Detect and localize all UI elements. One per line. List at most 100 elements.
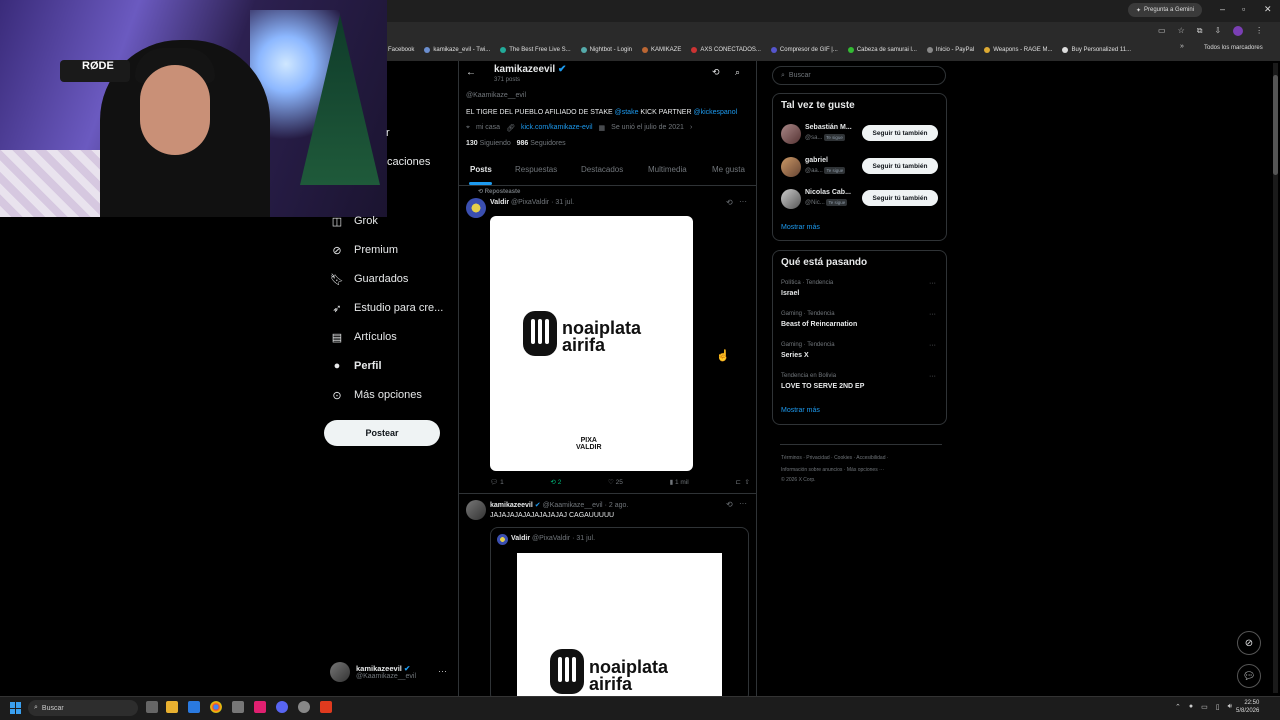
mic-icon[interactable]: ● [1189, 703, 1193, 711]
tab-highlights[interactable]: Destacados [581, 165, 623, 174]
nav-articles[interactable]: ▤ Artículos [330, 330, 397, 344]
suggestion-name[interactable]: Nicolas Cab... [805, 189, 851, 196]
search-icon[interactable]: ⌕ [735, 67, 740, 78]
clock[interactable]: 22:50 5/8/2026 [1236, 699, 1259, 715]
repost-button[interactable]: ⟲ 2 [550, 478, 561, 486]
views-button[interactable]: ▮ 1 mil [670, 478, 689, 486]
extensions-icon[interactable]: ⧉ [1197, 26, 1203, 36]
search-input[interactable]: ⌕ Buscar [772, 66, 946, 85]
avatar[interactable] [466, 500, 486, 520]
follow-button[interactable]: Seguir tú también [862, 158, 938, 174]
grok-icon[interactable]: ⟲ [726, 500, 733, 509]
grok-icon[interactable]: ⟲ [726, 198, 733, 207]
tab-replies[interactable]: Respuestas [515, 165, 557, 174]
all-bookmarks[interactable]: Todos los marcadores [1204, 45, 1263, 51]
following-link[interactable]: 130 Siguiendo [466, 140, 511, 147]
volume-icon[interactable]: 🔊︎ [1228, 703, 1232, 711]
like-button[interactable]: ♡ 25 [608, 478, 623, 486]
tweet-author-name[interactable]: kamikazeevil [490, 502, 533, 509]
bookmarks-overflow-icon[interactable]: » [1180, 43, 1184, 50]
trend-more-icon[interactable]: ··· [929, 311, 936, 318]
nav-profile[interactable]: ● Perfil [330, 359, 382, 373]
obs-icon[interactable] [298, 701, 310, 713]
profile-avatar-icon[interactable] [1233, 26, 1244, 36]
grok-analyze-icon[interactable]: ⟲ [712, 67, 720, 78]
suggestion-name[interactable]: gabriel [805, 157, 828, 164]
battery-icon[interactable]: ▯ [1216, 703, 1220, 711]
download-icon[interactable]: ⇩ [1214, 26, 1221, 36]
bookmark-item[interactable]: Buy Personalized 11... [1062, 42, 1131, 57]
nav-grok[interactable]: ◫ Grok [330, 214, 378, 228]
windows-start-icon[interactable] [10, 702, 22, 714]
quoted-tweet-image[interactable]: noaiplata airifa [517, 553, 722, 696]
trend-title[interactable]: LOVE TO SERVE 2ND EP [781, 383, 864, 390]
show-more-link[interactable]: Mostrar más [781, 224, 820, 231]
nav-bookmarks[interactable]: 🔖︎ Guardados [330, 272, 408, 286]
bookmark-item[interactable]: Nightbot - Login [580, 42, 632, 57]
profile-website-link[interactable]: kick.com/kamikaze-evil [521, 124, 593, 132]
tiktok-icon[interactable] [254, 701, 266, 713]
tweet-image[interactable]: noaiplata airifa PIXA VALDIR [490, 216, 693, 471]
minimize-icon[interactable]: – [1220, 4, 1225, 14]
back-arrow-icon[interactable]: ← [466, 67, 476, 78]
post-button[interactable]: Postear [324, 420, 440, 446]
nav-premium[interactable]: ⊘ Premium [330, 243, 398, 257]
avatar[interactable] [781, 157, 801, 177]
scrollbar[interactable] [1273, 63, 1278, 693]
chevron-up-icon[interactable]: ⌃ [1175, 703, 1181, 711]
more-icon[interactable]: ··· [739, 197, 747, 206]
taskbar-search[interactable]: ⌕ Buscar [28, 700, 138, 716]
follow-button[interactable]: Seguir tú también [862, 125, 938, 141]
discord-icon[interactable] [276, 701, 288, 713]
nav-more-options[interactable]: ⊙ Más opciones [330, 388, 421, 402]
brave-icon[interactable] [320, 701, 332, 713]
file-explorer-icon[interactable] [166, 701, 178, 713]
grok-float-icon[interactable]: ⊘ [1237, 631, 1261, 655]
trend-more-icon[interactable]: ··· [929, 373, 936, 380]
reply-button[interactable]: 💬︎ 1 [490, 478, 504, 486]
bookmark-button[interactable]: ⊏ ⇧ [735, 478, 750, 486]
cast-icon[interactable]: ▭ [1158, 26, 1166, 36]
store-icon[interactable] [188, 701, 200, 713]
restore-icon[interactable]: ▫ [1242, 4, 1245, 14]
bookmark-item[interactable]: The Best Free Live S... [500, 42, 571, 57]
account-switcher[interactable]: kamikazeevil ✔ @Kaamikaze__evil [330, 662, 416, 682]
trend-title[interactable]: Israel [781, 290, 799, 297]
bookmark-item[interactable]: Cabeza de samurai l... [847, 42, 917, 57]
close-icon[interactable]: ✕ [1264, 4, 1272, 15]
show-more-link[interactable]: Mostrar más [781, 407, 820, 414]
follow-button[interactable]: Seguir tú también [862, 190, 938, 206]
app-icon[interactable] [232, 701, 244, 713]
bookmark-item[interactable]: kamikaze_evil - Twi... [424, 42, 490, 57]
display-icon[interactable]: ▭ [1201, 703, 1208, 711]
suggestion-name[interactable]: Sebastián M... [805, 124, 852, 131]
bio-mention-link[interactable]: @kickespanol [693, 109, 737, 116]
bookmark-item[interactable]: Compresor de GIF |... [770, 42, 838, 57]
avatar[interactable] [781, 124, 801, 144]
trend-more-icon[interactable]: ··· [929, 280, 936, 287]
avatar[interactable] [466, 198, 486, 218]
avatar[interactable] [781, 189, 801, 209]
bookmark-item[interactable]: Weapons - RAGE M... [984, 42, 1052, 57]
bookmark-item[interactable]: AXS CONECTADOS... [691, 42, 761, 57]
followers-link[interactable]: 986 Seguidores [517, 140, 566, 147]
trend-title[interactable]: Series X [781, 352, 809, 359]
tab-likes[interactable]: Me gusta [712, 165, 745, 174]
tab-media[interactable]: Multimedia [648, 165, 687, 174]
nav-notifications-partial[interactable]: caciones [387, 156, 430, 168]
bio-mention-link[interactable]: @stake [615, 109, 639, 116]
tab-posts[interactable]: Posts [470, 165, 492, 174]
account-more-icon[interactable]: ··· [438, 666, 447, 676]
trend-more-icon[interactable]: ··· [929, 342, 936, 349]
more-icon[interactable]: ··· [739, 499, 747, 508]
footer-links[interactable]: Información sobre anuncios · Más opcione… [781, 467, 884, 473]
footer-links[interactable]: Términos · Privacidad · Cookies · Accesi… [781, 455, 889, 461]
star-icon[interactable]: ☆ [1178, 26, 1185, 36]
bookmark-item[interactable]: KAMIKAZE [642, 42, 681, 57]
menu-dots-icon[interactable]: ⋮ [1255, 26, 1263, 36]
gemini-button[interactable]: ✦ Pregunta a Gemini [1128, 3, 1202, 17]
tweet-author-name[interactable]: Valdir [490, 199, 509, 206]
chrome-icon[interactable] [210, 701, 222, 713]
trend-title[interactable]: Beast of Reincarnation [781, 321, 857, 328]
bookmark-item[interactable]: Inicio - PayPal [926, 42, 974, 57]
